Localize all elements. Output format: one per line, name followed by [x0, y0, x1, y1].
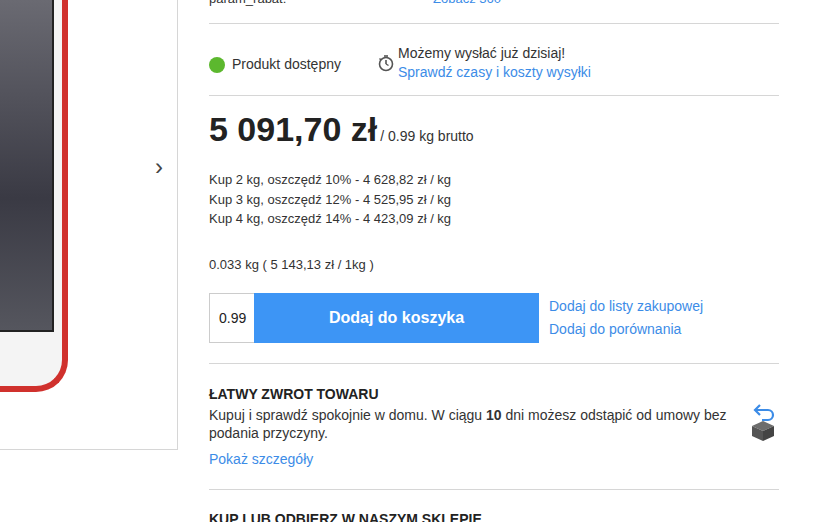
price-block: 5 091,70 zł / 0.99 kg brutto Kup 2 kg, o… — [209, 96, 779, 364]
returns-details-link[interactable]: Pokaż szczegóły — [209, 450, 748, 468]
product-info: param_rabat: Zobacz 360 Produkt dostępny… — [209, 0, 779, 522]
discount-item: Kup 4 kg, oszczędź 14% - 4 423,09 zł / k… — [209, 209, 779, 229]
returns-title: ŁATWY ZWROT TOWARU — [209, 385, 748, 403]
return-box-icon — [748, 401, 778, 441]
availability-dot-icon — [209, 57, 225, 73]
param-link[interactable]: Zobacz 360 — [433, 0, 501, 7]
store-section: KUP LUB ODBIERZ W NASZYM SKLEPIE — [209, 490, 779, 522]
param-row: param_rabat: Zobacz 360 — [209, 0, 779, 24]
quantity-input[interactable]: 0.99 — [209, 293, 254, 343]
shipping-link[interactable]: Sprawdź czasy i koszty wysyłki — [398, 63, 591, 82]
discount-list: Kup 2 kg, oszczędź 10% - 4 628,82 zł / k… — [209, 170, 779, 229]
product-gallery: › — [0, 0, 178, 450]
discount-item: Kup 2 kg, oszczędź 10% - 4 628,82 zł / k… — [209, 170, 779, 190]
discount-item: Kup 3 kg, oszczędź 12% - 4 525,95 zł / k… — [209, 190, 779, 210]
cart-link[interactable]: Dodaj do porównania — [549, 318, 703, 341]
product-page: › param_rabat: Zobacz 360 Produkt dostęp… — [0, 0, 829, 522]
unit-price: 0.033 kg ( 5 143,13 zł / 1kg ) — [209, 255, 779, 274]
gallery-next-button[interactable]: › — [155, 152, 163, 182]
shipping-info: Możemy wysłać już dzisiaj! Sprawdź czasy… — [377, 44, 591, 82]
availability: Produkt dostępny — [209, 55, 377, 74]
returns-text: Kupuj i sprawdź spokojnie w domu. W ciąg… — [209, 406, 739, 442]
stopwatch-icon — [377, 54, 395, 72]
product-photo — [0, 0, 68, 392]
availability-label: Produkt dostępny — [232, 55, 341, 74]
cart-link[interactable]: Dodaj do listy zakupowej — [549, 295, 703, 318]
shipping-title: Możemy wysłać już dzisiaj! — [398, 44, 591, 63]
price-unit: / 0.99 kg brutto — [380, 116, 473, 156]
store-title: KUP LUB ODBIERZ W NASZYM SKLEPIE — [209, 510, 756, 522]
price: 5 091,70 zł — [209, 109, 377, 149]
availability-row: Produkt dostępny Możemy wysłać już dzisi… — [209, 24, 779, 96]
add-to-cart-button[interactable]: Dodaj do koszyka — [254, 293, 539, 343]
cart-row: 0.99 Dodaj do koszyka Dodaj do listy zak… — [209, 293, 779, 343]
returns-section: ŁATWY ZWROT TOWARU Kupuj i sprawdź spoko… — [209, 364, 779, 490]
param-label: param_rabat: — [209, 0, 433, 7]
